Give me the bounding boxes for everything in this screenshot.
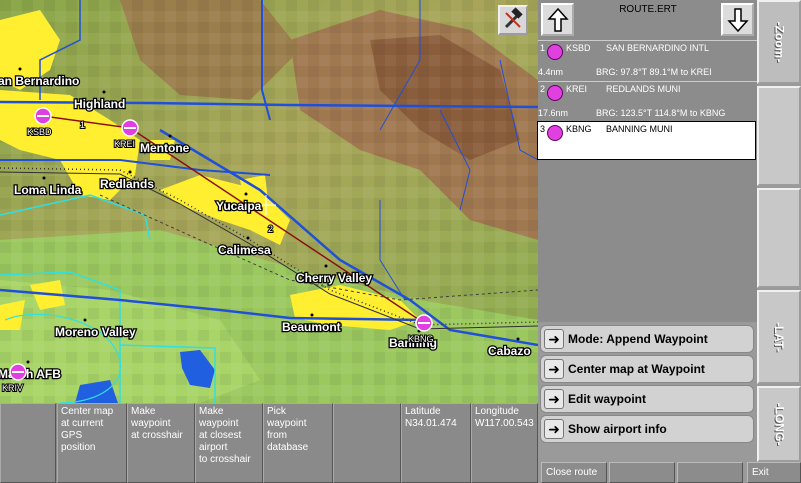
waypoint-row-2[interactable]: 2 KREI REDLANDS MUNI 17.6nm BRG: 123.5°T… xyxy=(538,81,757,121)
waypoint-number: 1 xyxy=(540,43,546,53)
center-gps-button[interactable]: Center map at current GPS position xyxy=(57,403,127,483)
town-label: Moreno Valley xyxy=(55,325,136,339)
waypoint-name: REDLANDS MUNI xyxy=(606,84,681,94)
exit-button[interactable]: Exit xyxy=(747,462,801,483)
town-label: Cabazo xyxy=(488,344,531,358)
town-dot xyxy=(168,134,172,138)
waypoint-distance: 4.4nm xyxy=(538,67,564,77)
append-waypoint-mode-button[interactable]: ➜ Mode: Append Waypoint xyxy=(540,325,754,353)
waypoint-bearing: BRG: 97.8°T 89.1°M to KREI xyxy=(596,67,712,77)
blank-status-button[interactable] xyxy=(609,462,675,483)
town-label: Loma Linda xyxy=(14,183,82,197)
blank-status-button[interactable] xyxy=(677,462,743,483)
show-airport-info-button[interactable]: ➜ Show airport info xyxy=(540,415,754,443)
town-label: March AFB xyxy=(0,367,61,381)
town-dot xyxy=(310,313,314,317)
town-label: Cherry Valley xyxy=(296,271,372,285)
zoom-tab[interactable]: -Zoom- xyxy=(757,0,801,84)
route-scroll-up-button[interactable] xyxy=(541,3,574,36)
map-canvas[interactable]: 1 2 San Bernardino Highland Mentone Loma Li… xyxy=(0,0,538,403)
town-dot xyxy=(516,337,520,341)
arrow-right-icon: ➜ xyxy=(544,389,564,409)
long-tab[interactable]: -LONG- xyxy=(757,386,801,462)
arrow-right-icon: ➜ xyxy=(544,419,564,439)
arrow-right-icon: ➜ xyxy=(544,329,564,349)
waypoint-row-3-selected[interactable]: 3 KBNG BANNING MUNI xyxy=(537,121,756,160)
close-route-button[interactable]: Close route xyxy=(541,462,607,483)
town-label: Highland xyxy=(74,97,125,111)
zoom-in-button[interactable] xyxy=(757,86,801,186)
waypoint-closest-airport-button[interactable]: Make waypoint at closest airport to cros… xyxy=(195,403,263,483)
action-label: Edit waypoint xyxy=(568,392,646,406)
arrow-right-icon: ➜ xyxy=(544,359,564,379)
airport-icon xyxy=(547,85,563,101)
town-dot xyxy=(42,176,46,180)
waypoint-distance: 17.6nm xyxy=(538,108,569,118)
lat-tab-label: -LAT- xyxy=(771,322,786,352)
town-label: Calimesa xyxy=(218,243,271,257)
map-tool-button[interactable] xyxy=(498,5,528,35)
route-title: ROUTE.ERT xyxy=(619,4,677,15)
arrow-up-icon xyxy=(546,7,569,32)
latitude-readout: Latitude N34.01.474 xyxy=(401,403,471,483)
town-dot xyxy=(244,192,248,196)
airport-code-label: KSBD xyxy=(27,127,52,137)
airport-icon xyxy=(547,44,563,60)
pick-waypoint-database-button[interactable]: Pick waypoint from database xyxy=(263,403,333,483)
long-tab-label: -LONG- xyxy=(772,402,786,446)
town-dot xyxy=(102,90,106,94)
waypoint-at-crosshair-button[interactable]: Make waypoint at crosshair xyxy=(127,403,195,483)
map-view[interactable]: 1 2 San Bernardino Highland Mentone Loma Li… xyxy=(0,0,538,403)
route-panel: ROUTE.ERT 1 KSBD SAN BERNARDINO INTL 4.4… xyxy=(537,0,757,322)
town-label: Mentone xyxy=(140,141,190,155)
action-label: Show airport info xyxy=(568,422,667,436)
blank-softkey[interactable] xyxy=(333,403,401,483)
waypoint-id: KBNG xyxy=(566,124,592,134)
zoom-tab-label: -Zoom- xyxy=(772,21,786,63)
waypoint-name: BANNING MUNI xyxy=(606,124,673,134)
route-leg-2-label: 2 xyxy=(268,224,273,234)
waypoint-id: KREI xyxy=(566,84,588,94)
waypoint-number: 3 xyxy=(540,124,546,134)
waypoint-bearing: BRG: 123.5°T 114.8°M to KBNG xyxy=(596,108,726,118)
town-label: Redlands xyxy=(100,177,154,191)
waypoint-name: SAN BERNARDINO INTL xyxy=(606,43,710,53)
route-leg-1-label: 1 xyxy=(80,120,85,130)
hammer-icon xyxy=(504,7,523,29)
route-scroll-down-button[interactable] xyxy=(721,3,754,36)
town-dot xyxy=(26,360,30,364)
bottom-toolbar: Center map at current GPS position Make … xyxy=(0,403,538,483)
town-dot xyxy=(83,318,87,322)
town-label: Yucaipa xyxy=(216,199,262,213)
airport-code-label: KRIV xyxy=(2,383,23,393)
waypoint-number: 2 xyxy=(540,84,546,94)
edit-waypoint-button[interactable]: ➜ Edit waypoint xyxy=(540,385,754,413)
lat-tab[interactable]: -LAT- xyxy=(757,290,801,384)
town-label: Beaumont xyxy=(282,320,341,334)
airport-code-label: KBNG xyxy=(408,334,434,344)
blank-softkey[interactable] xyxy=(0,403,56,483)
town-dot xyxy=(18,67,22,71)
airport-icon xyxy=(547,125,563,141)
town-dot xyxy=(246,236,250,240)
action-label: Center map at Waypoint xyxy=(568,362,705,376)
airport-code-label: KREI xyxy=(114,139,135,149)
town-dot xyxy=(324,264,328,268)
town-dot xyxy=(128,170,132,174)
town-label: San Bernardino xyxy=(0,74,79,88)
arrow-down-icon xyxy=(726,7,749,32)
longitude-readout: Longitude W117.00.543 xyxy=(471,403,538,483)
zoom-out-button[interactable] xyxy=(757,188,801,288)
action-label: Mode: Append Waypoint xyxy=(568,332,708,346)
waypoint-id: KSBD xyxy=(566,43,591,53)
waypoint-row-1[interactable]: 1 KSBD SAN BERNARDINO INTL 4.4nm BRG: 97… xyxy=(538,40,757,80)
center-map-waypoint-button[interactable]: ➜ Center map at Waypoint xyxy=(540,355,754,383)
